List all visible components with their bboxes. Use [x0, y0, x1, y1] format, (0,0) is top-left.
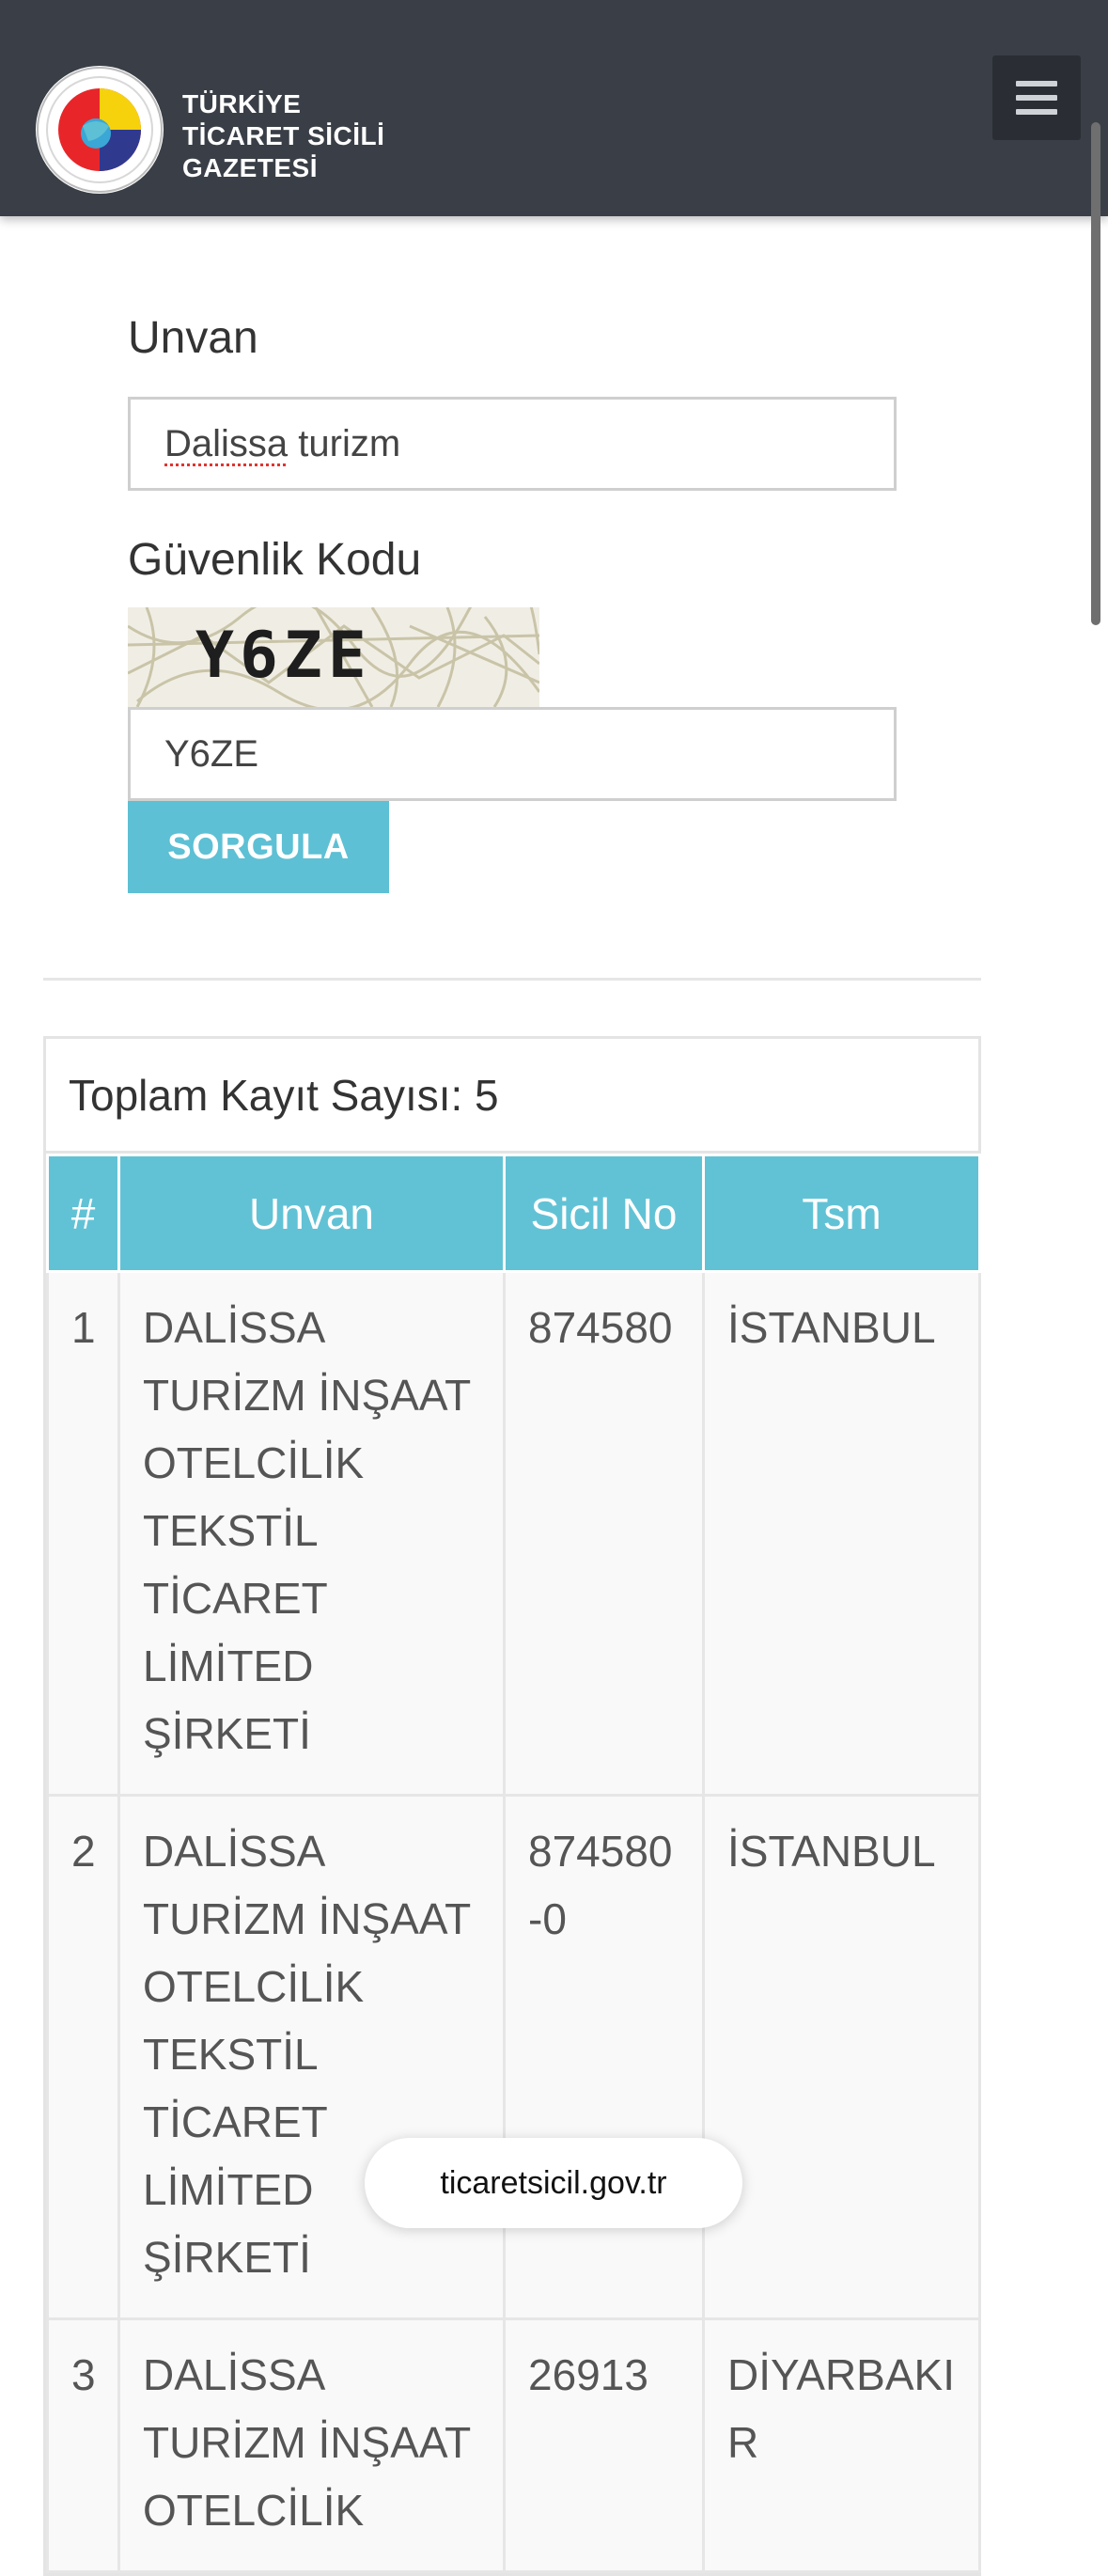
hamburger-menu-button[interactable]: [992, 55, 1081, 140]
sorgula-button[interactable]: SORGULA: [128, 801, 389, 893]
captcha-image: Y6ZE: [128, 607, 539, 707]
results-table: # Unvan Sicil No Tsm 1 DALİSSA TURİZM İN…: [46, 1154, 981, 2573]
captcha-label: Güvenlik Kodu: [128, 535, 422, 585]
unvan-input-word2: turizm: [288, 422, 401, 464]
page-scrollbar[interactable]: [1091, 122, 1100, 625]
column-header-sicil-no[interactable]: Sicil No: [503, 1154, 705, 1273]
row-number: 3: [46, 2317, 120, 2573]
row-unvan[interactable]: DALİSSA TURİZM İNŞAAT OTELCİLİK TEKSTİL …: [117, 1794, 506, 2320]
column-header-tsm[interactable]: Tsm: [702, 1154, 981, 1273]
browser-url-bar[interactable]: ticaretsicil.gov.tr: [365, 2138, 742, 2228]
row-number: 2: [46, 1794, 120, 2320]
results-count: Toplam Kayıt Sayısı: 5: [46, 1039, 978, 1154]
table-row[interactable]: 1 DALİSSA TURİZM İNŞAAT OTELCİLİK TEKSTİ…: [46, 1270, 981, 1797]
row-sicil-no: 874580: [503, 1270, 705, 1797]
column-header-number[interactable]: #: [46, 1154, 120, 1273]
menu-bar-icon: [1016, 109, 1057, 115]
brand-line-2: TİCARET SİCİLİ: [182, 121, 385, 150]
table-row[interactable]: 2 DALİSSA TURİZM İNŞAAT OTELCİLİK TEKSTİ…: [46, 1794, 981, 2320]
site-header: TÜRKİYE TİCARET SİCİLİ GAZETESİ: [0, 0, 1108, 216]
menu-bar-icon: [1016, 81, 1057, 86]
tobb-logo[interactable]: [34, 64, 165, 196]
row-sicil-no: 26913: [503, 2317, 705, 2573]
menu-bar-icon: [1016, 95, 1057, 101]
captcha-text: Y6ZE: [195, 619, 372, 693]
section-divider: [43, 978, 981, 981]
brand-line-1: TÜRKİYE: [182, 89, 302, 118]
unvan-input[interactable]: Dalissa turizm: [128, 397, 897, 491]
column-header-unvan[interactable]: Unvan: [117, 1154, 506, 1273]
table-header-row: # Unvan Sicil No Tsm: [46, 1154, 981, 1273]
row-tsm: DİYARBAKIR: [702, 2317, 981, 2573]
results-panel: Toplam Kayıt Sayısı: 5 # Unvan Sicil No …: [43, 1036, 981, 2576]
captcha-input[interactable]: Y6ZE: [128, 707, 897, 801]
row-unvan[interactable]: DALİSSA TURİZM İNŞAAT OTELCİLİK TEKSTİL …: [117, 1270, 506, 1797]
brand-title[interactable]: TÜRKİYE TİCARET SİCİLİ GAZETESİ: [182, 88, 384, 184]
row-number: 1: [46, 1270, 120, 1797]
captcha-input-value: Y6ZE: [164, 732, 259, 775]
row-unvan[interactable]: DALİSSA TURİZM İNŞAAT OTELCİLİK: [117, 2317, 506, 2573]
search-form: Unvan Dalissa turizm Güvenlik Kodu Y6ZE …: [128, 310, 898, 893]
row-tsm: İSTANBUL: [702, 1270, 981, 1797]
url-text: ticaretsicil.gov.tr: [440, 2164, 667, 2201]
unvan-input-word1: Dalissa: [164, 422, 289, 464]
row-tsm: İSTANBUL: [702, 1794, 981, 2320]
row-sicil-no: 874580-0: [503, 1794, 705, 2320]
table-row[interactable]: 3 DALİSSA TURİZM İNŞAAT OTELCİLİK 26913 …: [46, 2317, 981, 2573]
brand-line-3: GAZETESİ: [182, 153, 319, 182]
unvan-label: Unvan: [128, 313, 258, 363]
